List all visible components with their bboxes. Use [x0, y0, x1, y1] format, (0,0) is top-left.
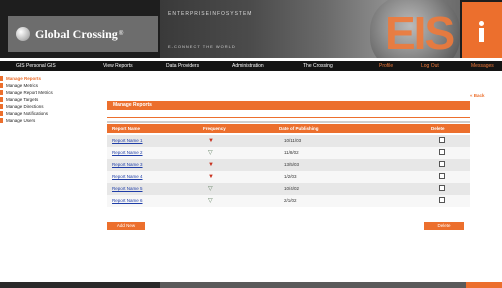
top-nav: GIS Personal GIS View Reports Data Provi… [0, 61, 502, 71]
delete-checkbox[interactable] [439, 173, 445, 179]
table-row: Report Name 4 ▼ 1/2/03 [107, 171, 470, 183]
info-icon-bar [479, 28, 484, 42]
nav-item-log-out[interactable]: Log Out [421, 63, 439, 69]
sidebar-item-label: Manage Directions [6, 104, 44, 109]
column-header-date[interactable]: Date of Publishing [279, 126, 319, 131]
sidebar-item-manage-users[interactable]: Manage Users [0, 117, 96, 124]
back-link[interactable]: « Back [470, 93, 485, 98]
sidebar-item-manage-metrics[interactable]: Manage Metrics [0, 82, 96, 89]
publish-date: 1/2/03 [284, 174, 297, 179]
frequency-down-icon: ▽ [208, 150, 213, 156]
sidebar-item-manage-directions[interactable]: Manage Directions [0, 103, 96, 110]
table-separator [107, 121, 470, 123]
frequency-down-icon: ▽ [208, 186, 213, 192]
logo[interactable]: Global Crossing ® [8, 16, 158, 52]
column-header-frequency[interactable]: Frequency [203, 126, 226, 131]
frequency-down-icon: ▼ [208, 162, 214, 168]
publish-date: 10/11/03 [284, 138, 302, 143]
table-row: Report Name 1 ▼ 10/11/03 [107, 135, 470, 147]
delete-button[interactable]: Delete [424, 222, 464, 230]
publish-date: 2/1/02 [284, 198, 297, 203]
eis-logo: EIS [385, 8, 455, 58]
frequency-down-icon: ▼ [208, 174, 214, 180]
report-name-link[interactable]: Report Name 1 [112, 138, 143, 143]
header: Global Crossing ® ENTERPRISEINFOSYSTEM E… [0, 0, 502, 58]
delete-checkbox[interactable] [439, 161, 445, 167]
panel-divider [107, 117, 470, 118]
publish-date: 13/5/03 [284, 162, 300, 167]
footer-left-band [0, 282, 160, 288]
table-header: Report Name Frequency Date of Publishing… [107, 124, 470, 133]
info-icon[interactable] [462, 2, 502, 58]
logo-trademark: ® [118, 31, 124, 37]
column-header-report-name[interactable]: Report Name [112, 126, 140, 131]
publish-date: 11/8/02 [284, 150, 299, 155]
sidebar-item-label: Manage Report Metrics [6, 90, 53, 95]
sidebar-item-manage-reports[interactable]: Manage Reports [0, 75, 96, 82]
publish-date: 10/4/02 [284, 186, 300, 191]
nav-item-the-crossing[interactable]: The Crossing [303, 63, 333, 69]
globe-icon [16, 27, 30, 41]
banner-title: ENTERPRISEINFOSYSTEM [168, 11, 253, 17]
sidebar-item-label: Manage Users [6, 118, 36, 123]
sidebar-marker [0, 104, 3, 109]
sidebar-marker [0, 76, 3, 81]
nav-item-messages[interactable]: Messages [471, 63, 494, 69]
delete-checkbox[interactable] [439, 197, 445, 203]
table-row: Report Name 6 ▽ 2/1/02 [107, 195, 470, 207]
sidebar-item-label: Manage Reports [6, 76, 42, 81]
sidebar-marker [0, 118, 3, 123]
frequency-down-icon: ▼ [208, 138, 214, 144]
add-new-button[interactable]: Add New [107, 222, 145, 230]
delete-checkbox[interactable] [439, 137, 445, 143]
report-name-link[interactable]: Report Name 6 [112, 198, 143, 203]
footer-band [160, 282, 466, 288]
sidebar-marker [0, 83, 3, 88]
nav-item-personal-gis[interactable]: GIS Personal GIS [16, 63, 56, 69]
sidebar-item-label: Manage Notifications [6, 111, 49, 116]
sidebar-marker [0, 111, 3, 116]
banner-subtitle: E-CONNECT THE WORLD [168, 44, 236, 49]
sidebar-item-label: Manage Targets [6, 97, 39, 102]
nav-item-profile[interactable]: Profile [379, 63, 393, 69]
delete-checkbox[interactable] [439, 185, 445, 191]
frequency-down-icon: ▽ [208, 198, 213, 204]
report-name-link[interactable]: Report Name 2 [112, 150, 143, 155]
nav-item-administration[interactable]: Administration [232, 63, 264, 69]
panel-title: Manage Reports [107, 101, 470, 110]
column-header-delete: Delete [431, 126, 445, 131]
footer-accent [466, 282, 502, 288]
report-name-link[interactable]: Report Name 5 [112, 186, 143, 191]
table-row: Report Name 3 ▼ 13/5/03 [107, 159, 470, 171]
nav-item-view-reports[interactable]: View Reports [103, 63, 133, 69]
sidebar-item-manage-notifications[interactable]: Manage Notifications [0, 110, 96, 117]
info-icon-dot [479, 21, 484, 26]
delete-checkbox[interactable] [439, 149, 445, 155]
sidebar-item-label: Manage Metrics [6, 83, 39, 88]
sidebar-marker [0, 97, 3, 102]
sidebar-item-manage-targets[interactable]: Manage Targets [0, 96, 96, 103]
nav-item-data-providers[interactable]: Data Providers [166, 63, 199, 69]
logo-text: Global Crossing [35, 26, 118, 41]
sidebar-item-manage-report-metrics[interactable]: Manage Report Metrics [0, 89, 96, 96]
table-row: Report Name 2 ▽ 11/8/02 [107, 147, 470, 159]
report-name-link[interactable]: Report Name 4 [112, 174, 143, 179]
sidebar-marker [0, 90, 3, 95]
table-row: Report Name 5 ▽ 10/4/02 [107, 183, 470, 195]
report-table-body: Report Name 1 ▼ 10/11/03 Report Name 2 ▽… [107, 135, 470, 207]
report-name-link[interactable]: Report Name 3 [112, 162, 143, 167]
sidebar: Manage Reports Manage Metrics Manage Rep… [0, 75, 96, 124]
